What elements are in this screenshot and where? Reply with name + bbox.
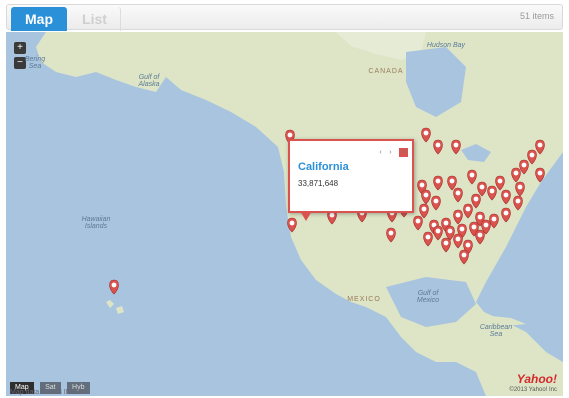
label-gulf-of-alaska: Gulf of Alaska — [138, 74, 160, 88]
label-mexico: MEXICO — [347, 296, 381, 303]
label-gulf-of-mexico: Gulf of Mexico — [416, 290, 440, 304]
popup-next-button[interactable]: › — [389, 149, 391, 156]
label-hawaiian-islands: Hawaiian Islands — [81, 216, 111, 230]
popup-value: 33,871,648 — [298, 179, 339, 188]
popup-controls: ‹ › × — [376, 144, 408, 158]
map-credit: ©2013 Yahoo! Inc — [509, 387, 557, 393]
label-canada: CANADA — [368, 68, 404, 75]
label-caribbean-sea: Caribbean Sea — [479, 324, 513, 338]
map-canvas — [6, 32, 563, 396]
popup-tail — [300, 211, 312, 221]
tab-map[interactable]: Map — [11, 7, 67, 31]
series-count: 51 items — [519, 11, 554, 21]
map-attribution: Map data ©2013 INEGI — [10, 389, 83, 396]
popup-close-button[interactable]: × — [399, 148, 408, 158]
info-popup: ‹ › × California 33,871,648 — [288, 139, 414, 221]
label-bering-sea: Bering Sea — [24, 56, 46, 70]
popup-title: California — [298, 161, 349, 173]
tab-bar: Map List 51 items — [6, 4, 563, 31]
tab-list[interactable]: List — [69, 7, 121, 31]
popup-prev-button[interactable]: ‹ — [379, 149, 381, 156]
map-provider-logo: Yahoo! — [516, 372, 557, 386]
map-type-switcher: Map Sat Hyb — [10, 376, 92, 394]
zoom-in-button[interactable]: + — [14, 42, 26, 54]
map-view[interactable]: + − Bering Sea Gulf of Alaska CANADA Hud… — [6, 32, 563, 396]
label-hudson-bay: Hudson Bay — [426, 42, 466, 49]
